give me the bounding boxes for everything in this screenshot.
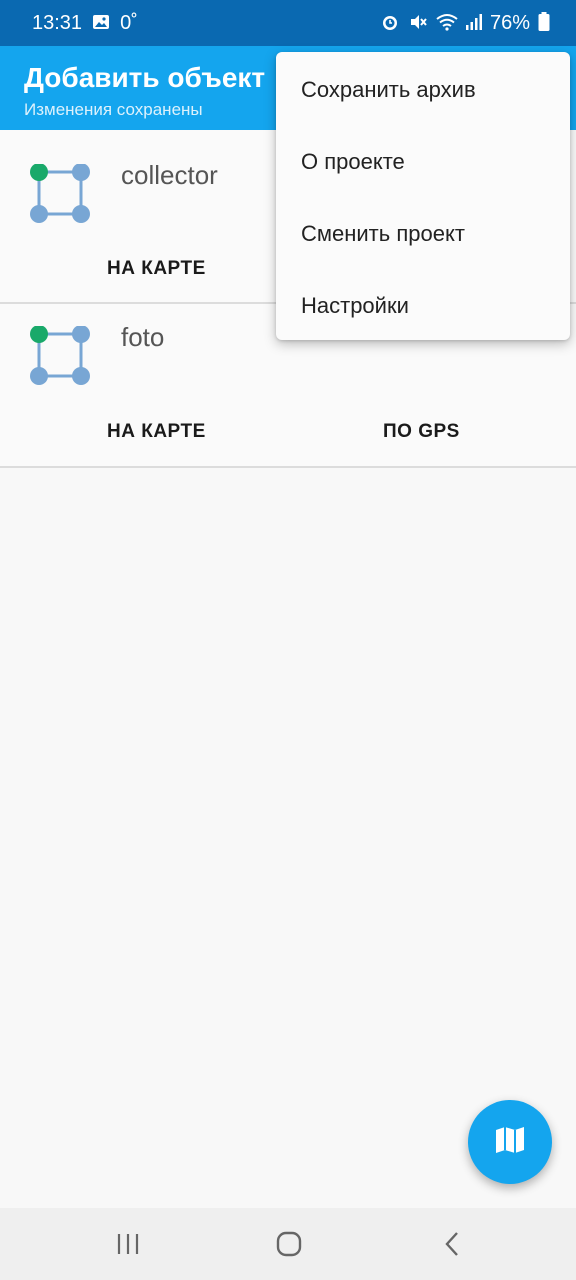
by-gps-button[interactable]: ПО GPS [383, 421, 460, 443]
page-title: Добавить объект [24, 62, 266, 93]
polygon-layer-icon [24, 163, 96, 224]
layer-name: foto [121, 322, 165, 352]
back-icon [445, 1232, 458, 1256]
home-icon [276, 1231, 302, 1257]
battery-icon [538, 11, 550, 35]
overflow-menu: Сохранить архив О проекте Сменить проект… [276, 52, 570, 340]
mute-icon [408, 12, 428, 35]
on-map-button[interactable]: НА КАРТЕ [107, 421, 206, 443]
wifi-icon [436, 13, 458, 34]
menu-item-settings[interactable]: Настройки [276, 270, 570, 342]
map-fab-button[interactable] [468, 1100, 552, 1184]
menu-item-save-archive[interactable]: Сохранить архив [276, 54, 570, 126]
menu-item-about-project[interactable]: О проекте [276, 126, 570, 198]
menu-item-change-project[interactable]: Сменить проект [276, 198, 570, 270]
recent-apps-button[interactable] [100, 1208, 156, 1280]
battery-percent: 76% [489, 11, 530, 34]
gallery-icon [92, 14, 110, 33]
home-button[interactable] [260, 1208, 318, 1280]
page-subtitle: Изменения сохранены [24, 100, 203, 119]
signal-icon [465, 13, 482, 34]
map-icon [495, 1126, 525, 1159]
status-bar: 13:31 0˚ 76% [0, 0, 576, 46]
status-temperature: 0˚ [120, 11, 138, 34]
system-nav-bar [0, 1208, 576, 1280]
back-button[interactable] [424, 1208, 480, 1280]
alarm-icon [380, 12, 400, 35]
status-time: 13:31 [32, 11, 83, 34]
polygon-layer-icon [24, 325, 96, 386]
layer-name: collector [121, 160, 218, 190]
recent-apps-icon [117, 1234, 139, 1254]
on-map-button[interactable]: НА КАРТЕ [107, 258, 206, 280]
